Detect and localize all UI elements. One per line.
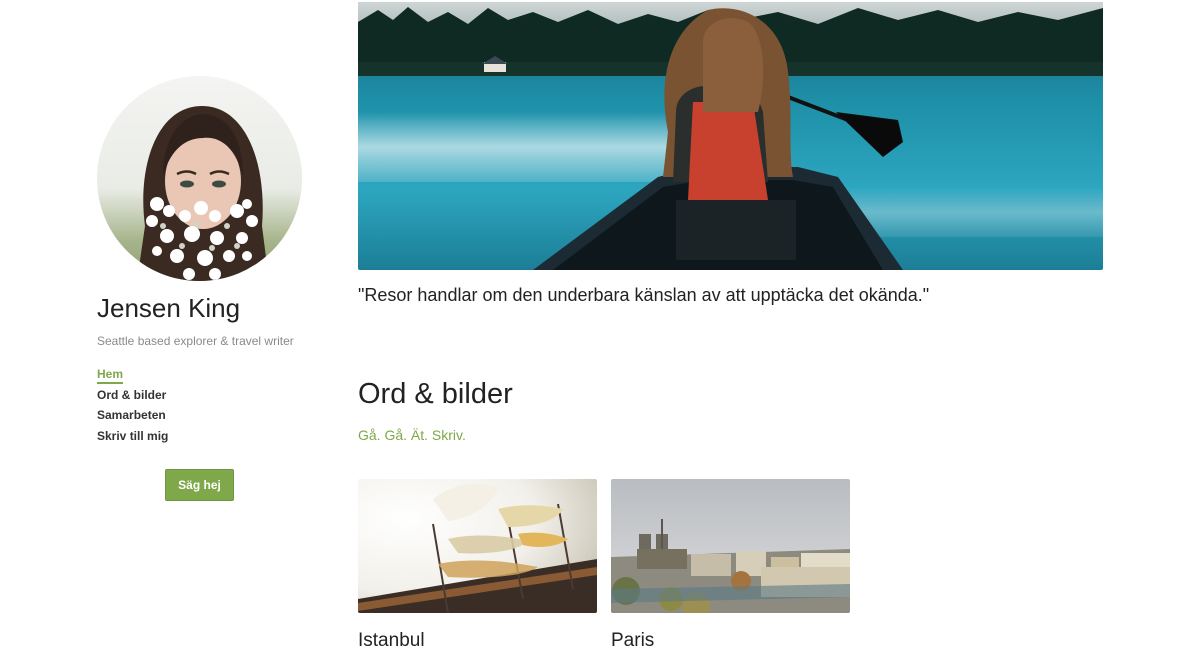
page: Jensen King Seattle based explorer & tra…: [0, 0, 1200, 650]
card-title: Paris: [611, 630, 655, 650]
section-title: Ord & bilder: [358, 378, 513, 410]
author-name: Jensen King: [97, 293, 241, 323]
card-image-paris: [611, 479, 850, 613]
card-image-istanbul: [358, 479, 597, 613]
say-hi-button[interactable]: Säg hej: [165, 469, 234, 501]
nav-item-label: Hem: [97, 367, 124, 384]
main-nav: Hem Ord & bilder Samarbeten Skriv till m…: [97, 364, 337, 446]
hero-quote: "Resor handlar om den underbara känslan …: [358, 285, 930, 305]
post-card-paris[interactable]: Paris: [611, 479, 850, 650]
nav-item-skriv-till-mig[interactable]: Skriv till mig: [97, 426, 337, 447]
post-card-istanbul[interactable]: Istanbul: [358, 479, 597, 650]
sidebar: Jensen King Seattle based explorer & tra…: [97, 76, 337, 501]
section-subtitle: Gå. Gå. Ät. Skriv.: [358, 427, 466, 443]
nav-item-samarbeten[interactable]: Samarbeten: [97, 405, 337, 426]
cta-wrapper: Säg hej: [97, 469, 302, 501]
author-avatar: [97, 76, 302, 281]
author-tagline: Seattle based explorer & travel writer: [97, 334, 294, 348]
nav-item-hem[interactable]: Hem: [97, 364, 337, 385]
hero-image: [358, 2, 1103, 270]
card-title: Istanbul: [358, 630, 425, 650]
nav-item-ord-bilder[interactable]: Ord & bilder: [97, 385, 337, 406]
